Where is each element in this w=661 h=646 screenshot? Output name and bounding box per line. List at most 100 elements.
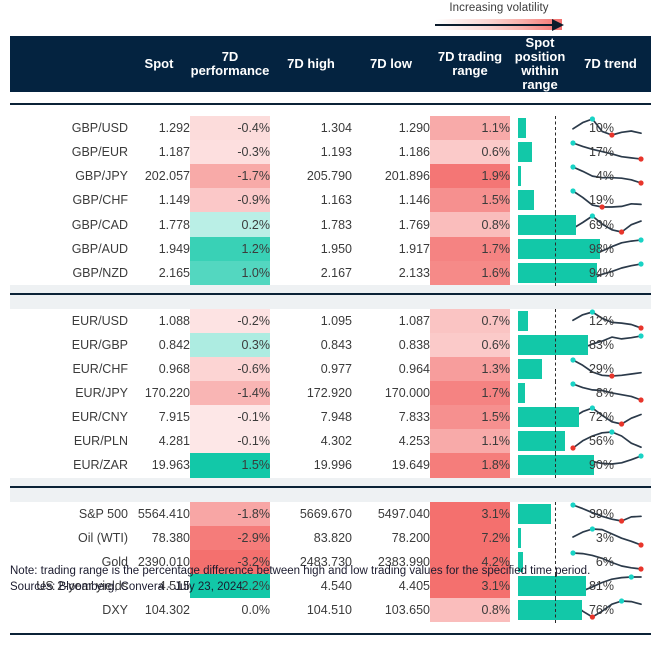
- cell-7d-low: 170.000: [384, 386, 430, 401]
- table-row[interactable]: Oil (WTI) 78.380 -2.9% 83.820 78.200 7.2% 3%: [10, 525, 651, 551]
- spot-position-track: 3%: [518, 525, 614, 551]
- header-row: Spot 7D performance 7D high 7D low 7D tr…: [10, 36, 651, 92]
- cell-spot: 78.380: [151, 530, 190, 545]
- col-header-trend: 7D trend: [584, 56, 637, 71]
- cell-spot-position: 29%: [510, 357, 614, 383]
- midpoint-dashed-line: [555, 525, 556, 551]
- cell-7d-high: 83.820: [313, 530, 352, 545]
- row-instrument: DXY: [102, 603, 128, 618]
- spot-position-label: 12%: [588, 313, 614, 328]
- spot-position-bar: [518, 503, 551, 524]
- spot-position-label: 69%: [588, 217, 614, 232]
- table-row[interactable]: EUR/PLN 4.281 -0.1% 4.302 4.253 1.1% 56%: [10, 429, 651, 455]
- spot-position-label: 10%: [588, 121, 614, 136]
- table-row[interactable]: EUR/ZAR 19.963 1.5% 19.996 19.649 1.8% 90%: [10, 453, 651, 479]
- spot-position-bar: [518, 166, 522, 187]
- cell-spot-position: 19%: [510, 188, 614, 214]
- section-divider: [10, 477, 651, 502]
- spot-position-label: 98%: [588, 241, 614, 256]
- cell-7d-trading-range: 1.6%: [430, 260, 510, 285]
- table-row[interactable]: GBP/AUD 1.949 1.2% 1.950 1.917 1.7% 98%: [10, 236, 651, 262]
- footer-note: Note: trading range is the percentage di…: [10, 565, 591, 577]
- cell-spot: 1.778: [158, 217, 190, 232]
- cell-7d-trading-range: 0.7%: [430, 308, 510, 333]
- spot-position-track: 4%: [518, 164, 614, 190]
- spot-position-bar: [518, 142, 533, 163]
- spot-position-label: 39%: [588, 506, 614, 521]
- spot-position-label: 76%: [588, 603, 614, 618]
- table-row[interactable]: EUR/CNY 7.915 -0.1% 7.948 7.833 1.5% 72%: [10, 405, 651, 431]
- cell-spot: 0.968: [158, 362, 190, 377]
- table-row[interactable]: GBP/CHF 1.149 -0.9% 1.163 1.146 1.5% 19%: [10, 188, 651, 214]
- cell-spot: 7.915: [158, 410, 190, 425]
- row-instrument: EUR/ZAR: [73, 458, 128, 473]
- cell-7d-trading-range: 0.6%: [430, 332, 510, 358]
- midpoint-dashed-line: [555, 381, 556, 407]
- spot-position-label: 56%: [588, 434, 614, 449]
- midpoint-dashed-line: [555, 212, 556, 238]
- spot-position-label: 94%: [588, 265, 614, 280]
- cell-7d-performance: -1.7%: [190, 164, 270, 189]
- volatility-axis-line: [435, 24, 555, 26]
- row-instrument: GBP/CAD: [71, 217, 128, 232]
- spot-position-label: 8%: [595, 386, 614, 401]
- cell-spot: 4.281: [158, 434, 190, 449]
- row-instrument: EUR/GBP: [71, 337, 128, 352]
- cell-spot: 104.302: [144, 603, 190, 618]
- cell-spot-position: 90%: [510, 453, 614, 479]
- volatility-legend: Increasing volatility: [419, 1, 579, 35]
- cell-7d-high: 104.510: [306, 603, 352, 618]
- cell-7d-performance: -0.2%: [190, 308, 270, 333]
- cell-7d-performance: -0.3%: [190, 140, 270, 165]
- spot-position-bar: [518, 600, 582, 621]
- spot-position-label: 90%: [588, 458, 614, 473]
- table-row[interactable]: EUR/JPY 170.220 -1.4% 172.920 170.000 1.7% 8%: [10, 381, 651, 407]
- midpoint-dashed-line: [555, 453, 556, 479]
- cell-7d-trading-range: 7.2%: [430, 525, 510, 550]
- cell-spot-position: 94%: [510, 260, 614, 286]
- spot-position-bar: [518, 431, 565, 452]
- midpoint-dashed-line: [555, 164, 556, 190]
- cell-spot: 1.088: [158, 313, 190, 328]
- cell-spot: 2.165: [158, 265, 190, 280]
- cell-7d-high: 4.302: [320, 434, 352, 449]
- cell-spot-position: 39%: [510, 501, 614, 527]
- table-row[interactable]: GBP/CAD 1.778 0.2% 1.783 1.769 0.8% 69%: [10, 212, 651, 238]
- cell-7d-performance: -0.9%: [190, 188, 270, 213]
- cell-7d-high: 2.167: [320, 265, 352, 280]
- spot-position-bar: [518, 214, 576, 235]
- cell-7d-high: 1.193: [320, 145, 352, 160]
- spot-position-track: 19%: [518, 188, 614, 214]
- midpoint-dashed-line: [555, 598, 556, 624]
- table-row[interactable]: GBP/EUR 1.187 -0.3% 1.193 1.186 0.6% 17%: [10, 140, 651, 166]
- table-row[interactable]: DXY 104.302 0.0% 104.510 103.650 0.8% 76%: [10, 597, 651, 624]
- table-row[interactable]: GBP/JPY 202.057 -1.7% 205.790 201.896 1.9% 4%: [10, 164, 651, 190]
- row-instrument: EUR/USD: [71, 313, 128, 328]
- table-row[interactable]: EUR/GBP 0.842 0.3% 0.843 0.838 0.6% 83%: [10, 332, 651, 358]
- table-row[interactable]: S&P 500 5564.410 -1.8% 5669.670 5497.040 3.1%…: [10, 501, 651, 527]
- midpoint-dashed-line: [555, 357, 556, 383]
- spot-position-track: 17%: [518, 140, 614, 166]
- table-row[interactable]: EUR/USD 1.088 -0.2% 1.095 1.087 0.7% 12%: [10, 308, 651, 334]
- table-row[interactable]: EUR/CHF 0.968 -0.6% 0.977 0.964 1.3% 29%: [10, 357, 651, 383]
- cell-spot-position: 56%: [510, 429, 614, 455]
- midpoint-dashed-line: [555, 116, 556, 142]
- cell-7d-performance: -1.8%: [190, 501, 270, 526]
- section-top-rule: [10, 92, 651, 117]
- cell-7d-low: 1.087: [398, 313, 430, 328]
- table-row[interactable]: GBP/NZD 2.165 1.0% 2.167 2.133 1.6% 94%: [10, 260, 651, 286]
- table-row[interactable]: GBP/USD 1.292 -0.4% 1.304 1.290 1.1% 10%: [10, 116, 651, 142]
- cell-spot-position: 98%: [510, 236, 614, 262]
- cell-spot-position: 8%: [510, 381, 614, 407]
- midpoint-dashed-line: [555, 308, 556, 334]
- spot-position-label: 17%: [588, 145, 614, 160]
- cell-spot: 1.292: [158, 121, 190, 136]
- row-instrument: GBP/USD: [71, 121, 128, 136]
- col-header-low: 7D low: [370, 56, 412, 71]
- cell-7d-trading-range: 1.5%: [430, 405, 510, 430]
- row-instrument: GBP/JPY: [75, 169, 128, 184]
- cell-7d-low: 78.200: [391, 530, 430, 545]
- cell-7d-high: 19.996: [313, 458, 352, 473]
- row-instrument: Oil (WTI): [78, 530, 128, 545]
- cell-7d-low: 103.650: [384, 603, 430, 618]
